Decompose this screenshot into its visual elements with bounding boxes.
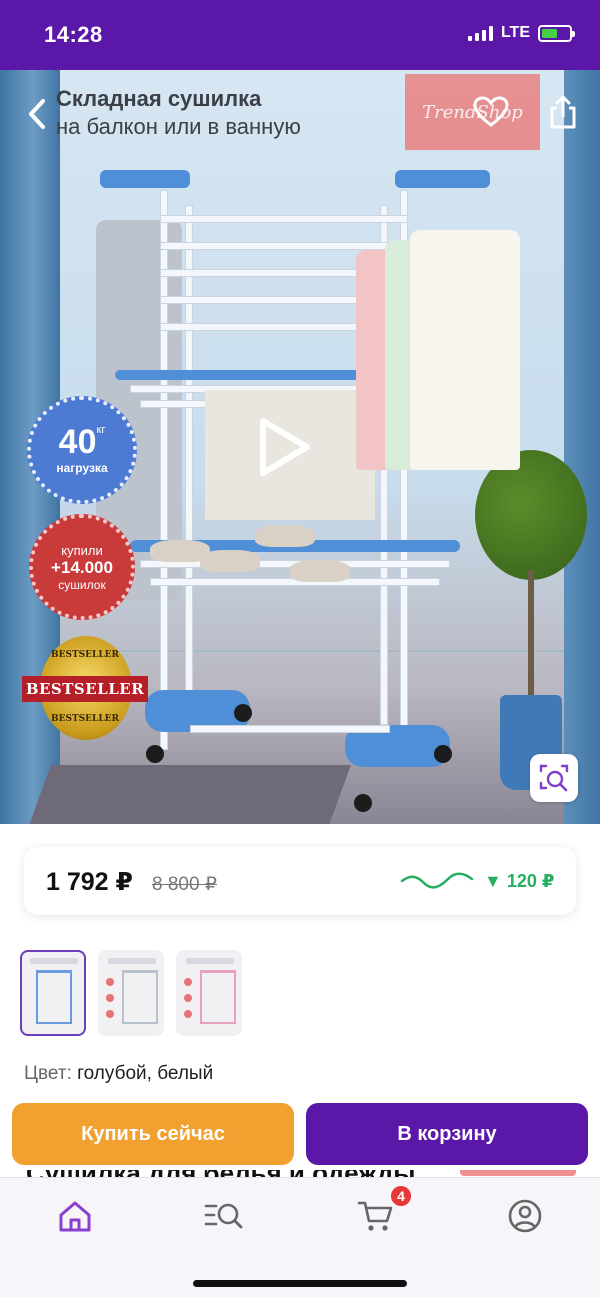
heart-icon [473,96,509,127]
thumbnail-2[interactable] [98,950,164,1036]
title-line-2: на балкон или в ванную [56,114,301,139]
thumbnail-3[interactable] [176,950,242,1036]
sold-count-badge: купили +14.000 сушилок [29,514,135,620]
tab-home[interactable] [53,1194,97,1238]
battery-icon [538,24,575,42]
image-search-button[interactable] [530,754,578,802]
buy-now-button[interactable]: Купить сейчас [12,1103,294,1165]
add-to-cart-button[interactable]: В корзину [306,1103,588,1165]
chevron-left-icon [29,99,45,129]
status-indicators: LTE [467,24,575,42]
network-type: LTE [500,24,530,41]
price-change: ▼ 120 ₽ [484,871,555,891]
favorite-button[interactable] [469,90,513,134]
current-price: 1 792 ₽ [46,868,133,896]
bestseller-badge: BESTSELLER BESTSELLER BESTSELLER [22,636,148,746]
cart-count-badge: 4 [389,1184,413,1208]
signal-icon [467,25,493,41]
profile-icon [508,1199,542,1233]
status-time: 14:28 [44,22,103,47]
home-icon [59,1201,91,1232]
back-button[interactable] [20,94,54,134]
bottom-tab-bar: 4 [0,1177,600,1297]
share-icon [550,95,576,129]
curtain-right [564,70,600,824]
share-button[interactable] [541,90,585,134]
play-icon [260,418,310,476]
tab-profile[interactable] [503,1194,547,1238]
cart-icon [357,1201,393,1231]
home-indicator [193,1280,407,1287]
color-option: Цвет: голубой, белый [24,1063,213,1085]
old-price: 8 800 ₽ [152,874,217,895]
thumbnail-1[interactable] [20,950,86,1036]
search-icon [204,1203,243,1229]
image-search-icon [539,764,569,792]
status-bar: 14:28 LTE [0,0,600,70]
price-trend-icon [400,872,474,889]
rug [29,765,351,824]
price-card[interactable]: 1 792 ₽ 8 800 ₽ ▼ 120 ₽ [24,847,576,915]
color-label: Цвет: [24,1063,72,1084]
product-media[interactable]: Складная сушилка на балкон или в ванную … [0,70,600,824]
product-title-overlay: Складная сушилка на балкон или в ванную [56,86,301,140]
load-capacity-badge: 40кг нагрузка [27,396,137,504]
purchase-actions: Купить сейчас В корзину [0,1096,600,1170]
color-value: голубой, белый [77,1063,214,1084]
title-line-1: Складная сушилка [56,86,262,111]
tab-catalog-search[interactable] [202,1194,246,1238]
play-video-button[interactable] [255,415,315,479]
image-thumbnails [20,950,242,1036]
